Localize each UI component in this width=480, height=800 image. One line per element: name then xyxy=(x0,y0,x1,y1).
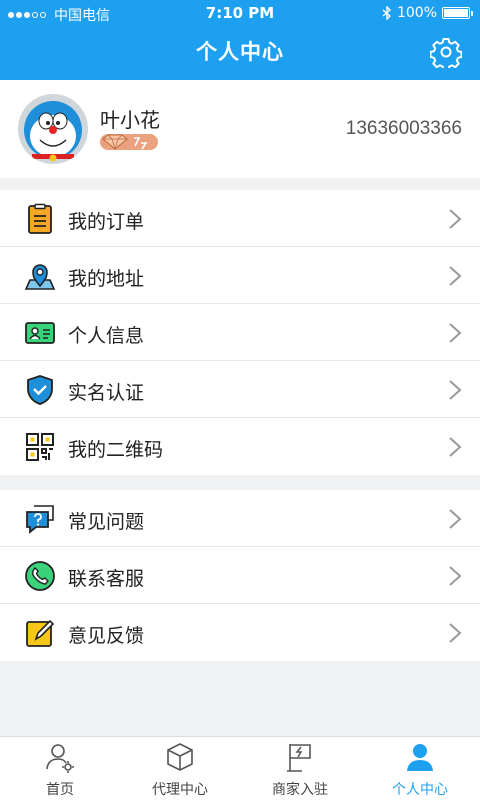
order-icon xyxy=(28,203,52,234)
menu-label: 个人信息 xyxy=(68,325,145,347)
vip-level-icon xyxy=(134,137,148,150)
tab-merchant-join[interactable]: 商家入驻 xyxy=(240,737,360,800)
avatar-image xyxy=(18,94,88,164)
tab-home[interactable]: 首页 xyxy=(0,737,120,800)
edit-icon xyxy=(26,619,55,647)
menu-item-orders[interactable]: 我的订单 xyxy=(0,190,480,247)
qrcode-icon xyxy=(26,433,54,461)
vip-badge xyxy=(100,134,158,150)
menu-item-personal-info[interactable]: 个人信息 xyxy=(0,304,480,361)
gear-icon[interactable] xyxy=(430,36,462,68)
menu-item-address[interactable]: 我的地址 xyxy=(0,247,480,304)
menu-label: 我的二维码 xyxy=(68,439,164,461)
menu-group-account: 我的订单 我的地址 个人信息 实名认证 我的二维码 xyxy=(0,190,480,475)
chevron-right-icon xyxy=(449,266,462,286)
user-name: 叶小花 xyxy=(100,108,160,132)
question-chat-icon xyxy=(26,505,54,534)
menu-item-faq[interactable]: 常见问题 xyxy=(0,490,480,547)
status-bar: 中国电信 7:10 PM 100% xyxy=(0,0,480,28)
menu-group-support: 常见问题 联系客服 意见反馈 xyxy=(0,490,480,661)
menu-label: 联系客服 xyxy=(68,568,145,590)
tab-agent-center[interactable]: 代理中心 xyxy=(120,737,240,800)
chevron-right-icon xyxy=(449,623,462,643)
tab-personal-center[interactable]: 个人中心 xyxy=(360,737,480,800)
page-title: 个人中心 xyxy=(196,40,284,64)
menu-item-feedback[interactable]: 意见反馈 xyxy=(0,604,480,661)
tab-label: 商家入驻 xyxy=(272,782,328,798)
battery-icon xyxy=(442,7,473,19)
menu-label: 我的地址 xyxy=(68,268,145,290)
profile-card[interactable]: 叶小花 13636003366 xyxy=(0,80,480,178)
id-card-icon xyxy=(25,322,55,344)
chevron-right-icon xyxy=(449,323,462,343)
menu-item-verification[interactable]: 实名认证 xyxy=(0,361,480,418)
tab-label: 代理中心 xyxy=(152,782,208,798)
tab-label: 首页 xyxy=(46,782,74,798)
diamond-icon xyxy=(102,134,128,150)
menu-item-qrcode[interactable]: 我的二维码 xyxy=(0,418,480,475)
battery-percent: 100% xyxy=(396,5,437,21)
phone-icon xyxy=(25,561,55,591)
bottom-tab-bar: 首页 代理中心 商家入驻 个人中心 xyxy=(0,736,480,800)
header-bar: 中国电信 7:10 PM 100% 个人中心 xyxy=(0,0,480,80)
tab-label: 个人中心 xyxy=(392,782,448,798)
location-icon xyxy=(24,264,56,290)
bluetooth-icon xyxy=(382,6,391,20)
menu-item-customer-service[interactable]: 联系客服 xyxy=(0,547,480,604)
chevron-right-icon xyxy=(449,380,462,400)
chevron-right-icon xyxy=(449,566,462,586)
person-icon xyxy=(407,744,433,771)
menu-label: 我的订单 xyxy=(68,211,145,233)
avatar[interactable] xyxy=(18,94,88,164)
flag-icon xyxy=(287,744,311,772)
chevron-right-icon xyxy=(449,509,462,529)
chevron-right-icon xyxy=(449,437,462,457)
cube-icon xyxy=(167,743,193,771)
menu-label: 意见反馈 xyxy=(68,625,145,647)
home-users-icon xyxy=(46,744,74,773)
chevron-right-icon xyxy=(449,209,462,229)
phone-number: 13636003366 xyxy=(345,118,462,139)
battery-status: 100% xyxy=(382,5,473,21)
shield-check-icon xyxy=(27,375,53,405)
menu-label: 实名认证 xyxy=(68,382,145,404)
menu-label: 常见问题 xyxy=(68,511,145,533)
